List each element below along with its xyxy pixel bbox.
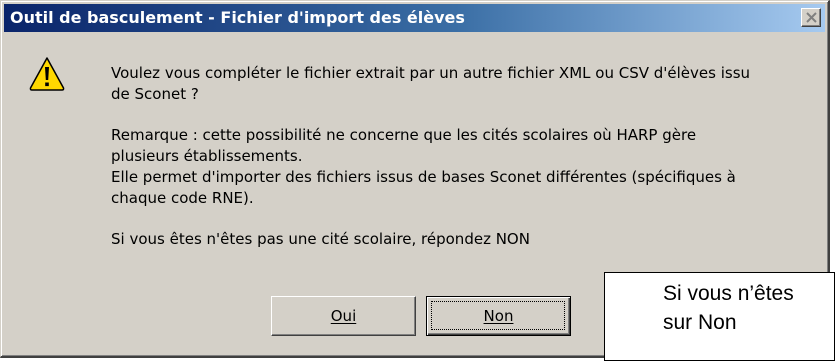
annotation-box: Si vous n’êtes sur Non bbox=[604, 272, 835, 361]
message-line: Elle permet d'importer des fichiers issu… bbox=[111, 168, 736, 186]
annotation-text: Si vous n’êtes sur Non bbox=[663, 279, 794, 337]
message-line: plusieurs établissements. bbox=[111, 147, 303, 165]
message-line: Voulez vous compléter le fichier extrait… bbox=[111, 64, 751, 82]
warning-icon bbox=[29, 57, 65, 91]
close-button[interactable] bbox=[801, 8, 821, 27]
dialog-title: Outil de basculement - Fichier d'import … bbox=[10, 8, 465, 27]
message-line: chaque code RNE). bbox=[111, 189, 254, 207]
close-icon bbox=[806, 12, 817, 23]
title-bar[interactable]: Outil de basculement - Fichier d'import … bbox=[4, 4, 825, 32]
message-line: Si vous êtes n'êtes pas une cité scolair… bbox=[111, 230, 530, 248]
no-button-label: Non bbox=[483, 307, 514, 325]
message-line: Remarque : cette possibilité ne concerne… bbox=[111, 126, 697, 144]
annotation-line: Si vous n’êtes bbox=[663, 282, 794, 305]
message-line: de Sconet ? bbox=[111, 85, 199, 103]
annotation-line: sur Non bbox=[663, 311, 737, 334]
no-button[interactable]: Non bbox=[426, 296, 571, 336]
yes-button[interactable]: Oui bbox=[271, 296, 416, 336]
